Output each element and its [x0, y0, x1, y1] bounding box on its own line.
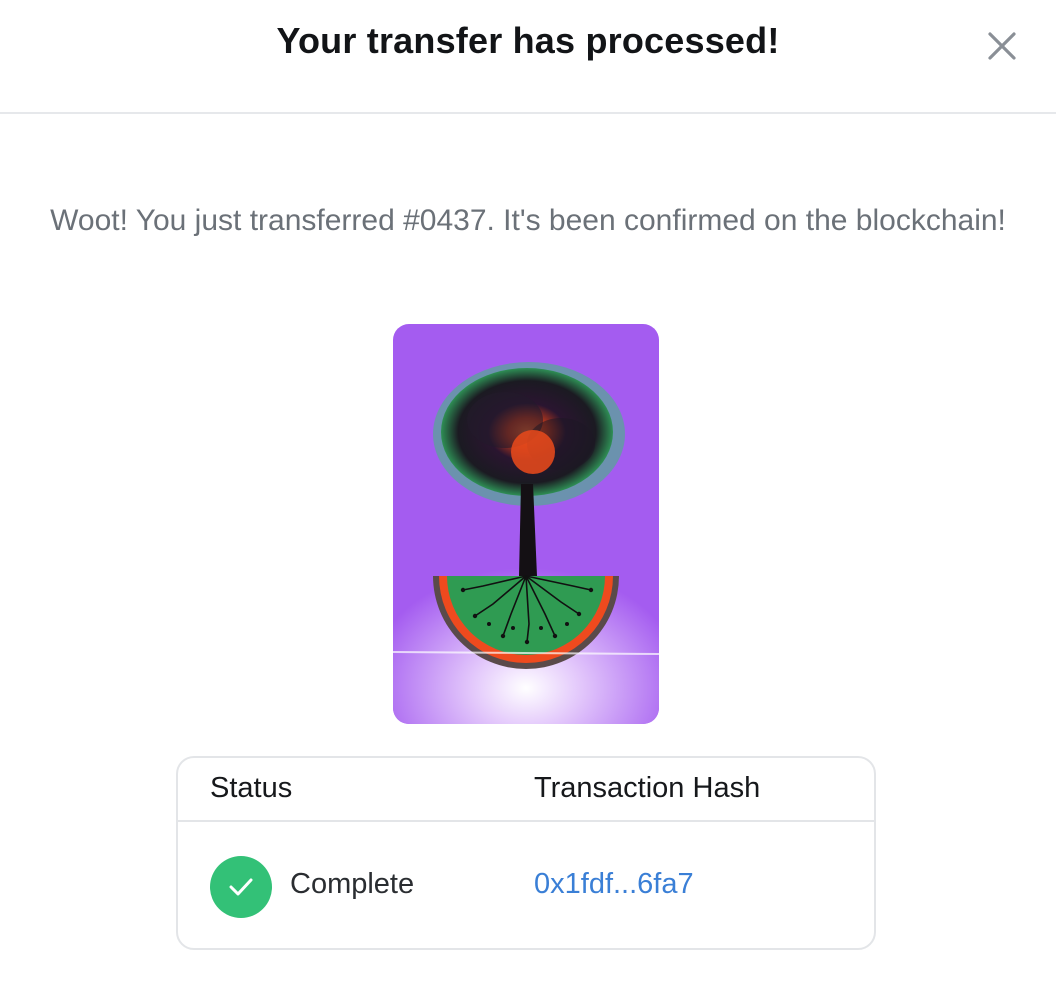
nft-image [393, 324, 659, 724]
confirmation-message: Woot! You just transferred #0437. It's b… [50, 204, 1006, 237]
modal-title: Your transfer has processed! [276, 20, 780, 61]
modal-header: Your transfer has processed! [0, 0, 1056, 114]
table-row: Complete 0x1fdf...6fa7 [178, 822, 874, 950]
table-header-row: Status Transaction Hash [178, 758, 874, 822]
hash-column-header: Transaction Hash [534, 772, 761, 804]
status-value: Complete [290, 868, 415, 900]
close-icon [988, 32, 1016, 60]
transaction-table: Status Transaction Hash Complete 0x1fdf.… [176, 756, 876, 950]
status-column-header: Status [210, 772, 293, 804]
close-button[interactable] [980, 24, 1024, 68]
transaction-hash-link[interactable]: 0x1fdf...6fa7 [534, 868, 694, 901]
check-icon [210, 856, 272, 918]
